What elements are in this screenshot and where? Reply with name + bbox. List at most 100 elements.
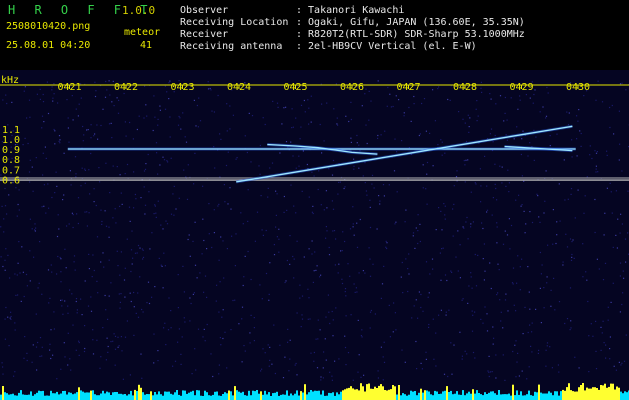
noise-speck <box>226 103 228 105</box>
noise-speck <box>222 337 224 340</box>
noise-speck <box>94 81 96 83</box>
noise-speck <box>292 255 294 258</box>
noise-speck <box>505 293 507 295</box>
noise-speck <box>496 226 498 228</box>
noise-speck <box>549 135 551 137</box>
noise-speck <box>19 272 21 274</box>
noise-speck <box>508 191 510 193</box>
noise-speck <box>250 278 252 281</box>
noise-speck <box>94 133 96 135</box>
noise-speck <box>526 378 528 380</box>
noise-speck <box>202 185 204 187</box>
level-bar <box>596 388 598 400</box>
noise-speck <box>157 173 159 175</box>
level-bar <box>352 388 354 400</box>
noise-speck <box>155 142 158 144</box>
noise-speck <box>124 173 126 175</box>
noise-speck <box>41 293 43 295</box>
noise-speck <box>420 306 422 309</box>
noise-speck <box>43 121 45 123</box>
noise-speck <box>612 246 614 248</box>
noise-speck <box>288 370 290 372</box>
level-bar <box>320 394 322 400</box>
noise-speck <box>486 313 488 315</box>
noise-speck <box>316 265 318 267</box>
noise-speck <box>130 270 132 273</box>
level-bar <box>332 392 334 400</box>
noise-speck <box>492 197 494 199</box>
noise-speck <box>463 160 465 162</box>
noise-speck <box>352 206 354 208</box>
level-bar <box>254 391 256 400</box>
noise-speck <box>135 312 137 314</box>
noise-speck <box>484 306 486 308</box>
receiver-value: : R820T2(RTL-SDR) SDR-Sharp 53.1000MHz <box>296 29 525 40</box>
noise-speck <box>395 221 397 223</box>
noise-speck <box>91 276 93 278</box>
noise-speck <box>170 310 172 312</box>
noise-speck <box>174 360 177 362</box>
noise-speck <box>155 212 157 214</box>
noise-speck <box>438 314 440 316</box>
noise-speck <box>42 174 44 176</box>
level-bar <box>572 391 574 400</box>
level-bar <box>264 390 266 400</box>
level-bar <box>132 395 134 400</box>
noise-speck <box>472 351 475 354</box>
noise-speck <box>455 256 457 258</box>
noise-speck <box>143 186 145 188</box>
level-bar <box>546 393 548 400</box>
noise-speck <box>60 281 62 283</box>
noise-speck <box>365 124 367 126</box>
noise-speck <box>193 99 195 101</box>
noise-speck <box>156 152 158 154</box>
level-bar <box>242 391 244 400</box>
noise-speck <box>71 293 73 295</box>
noise-speck <box>369 199 371 201</box>
noise-speck <box>528 291 530 293</box>
level-bar <box>282 394 284 400</box>
level-bar <box>224 392 226 400</box>
noise-speck <box>107 345 109 348</box>
noise-speck <box>84 347 86 350</box>
noise-speck <box>564 322 566 325</box>
noise-speck <box>307 99 309 101</box>
noise-speck <box>539 287 541 289</box>
level-bar <box>430 394 432 400</box>
noise-speck <box>105 80 107 83</box>
level-bar <box>12 393 14 400</box>
noise-speck <box>35 157 37 159</box>
noise-speck <box>381 283 384 285</box>
noise-speck <box>604 212 606 214</box>
noise-speck <box>157 200 159 202</box>
noise-speck <box>15 187 17 189</box>
noise-speck <box>210 353 212 355</box>
noise-speck <box>415 227 417 229</box>
noise-speck <box>283 211 285 213</box>
noise-speck <box>360 376 362 378</box>
noise-speck <box>53 93 55 95</box>
noise-speck <box>164 265 166 267</box>
level-bar <box>346 388 348 400</box>
level-bar <box>42 390 44 400</box>
noise-speck <box>332 208 335 210</box>
level-bar <box>100 393 102 400</box>
noise-speck <box>109 192 111 194</box>
noise-speck <box>102 108 104 110</box>
noise-speck <box>402 292 404 294</box>
noise-speck <box>192 293 194 295</box>
noise-speck <box>71 95 73 97</box>
reference-lines <box>0 177 629 181</box>
noise-speck <box>461 355 463 357</box>
noise-speck <box>242 223 244 225</box>
noise-speck <box>395 329 397 331</box>
noise-speck <box>59 139 61 141</box>
noise-speck <box>426 203 428 205</box>
noise-speck <box>52 354 54 356</box>
noise-speck <box>405 258 407 260</box>
noise-speck <box>572 239 574 241</box>
noise-speck <box>482 258 484 260</box>
level-bar <box>256 390 258 400</box>
noise-speck <box>148 302 151 305</box>
noise-speck <box>516 282 518 284</box>
